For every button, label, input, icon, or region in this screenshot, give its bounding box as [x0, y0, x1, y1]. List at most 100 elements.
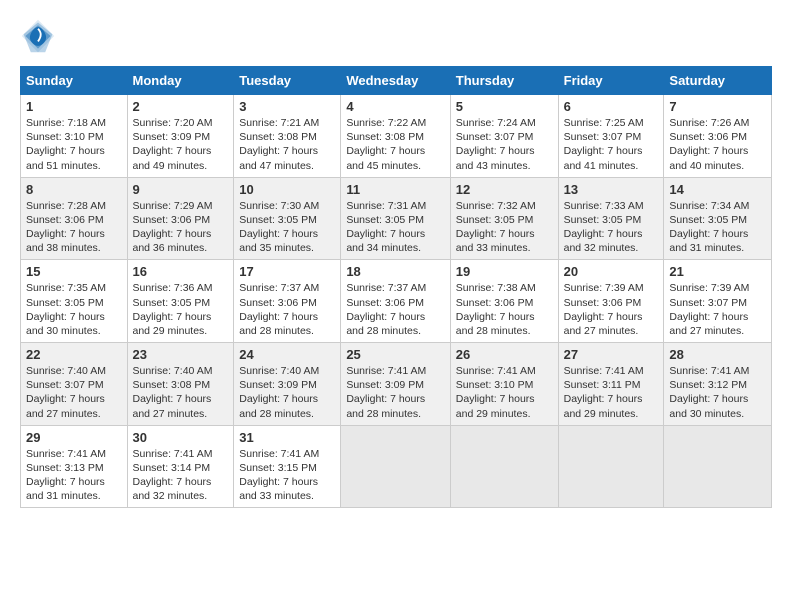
day-number: 23: [133, 347, 229, 362]
day-cell: [558, 425, 664, 508]
day-info: Sunrise: 7:39 AM Sunset: 3:06 PM Dayligh…: [564, 281, 659, 338]
day-number: 1: [26, 99, 122, 114]
week-row-2: 15Sunrise: 7:35 AM Sunset: 3:05 PM Dayli…: [21, 260, 772, 343]
day-number: 25: [346, 347, 444, 362]
header: [20, 18, 772, 54]
day-number: 24: [239, 347, 335, 362]
day-info: Sunrise: 7:41 AM Sunset: 3:12 PM Dayligh…: [669, 364, 766, 421]
calendar: SundayMondayTuesdayWednesdayThursdayFrid…: [20, 66, 772, 508]
day-cell: 10 Sunrise: 7:30 AM Sunset: 3:05 PM Dayli…: [234, 177, 341, 260]
day-info: Sunrise: 7:29 AM Sunset: 3:06 PM Dayligh…: [133, 199, 229, 256]
day-info: Sunrise: 7:37 AM Sunset: 3:06 PM Dayligh…: [239, 281, 335, 338]
day-cell: 22Sunrise: 7:40 AM Sunset: 3:07 PM Dayli…: [21, 343, 128, 426]
day-cell: 25 Sunrise: 7:41 AM Sunset: 3:09 PM Dayli…: [341, 343, 450, 426]
day-info: Sunrise: 7:28 AM Sunset: 3:06 PM Dayligh…: [26, 199, 122, 256]
day-number: 5: [456, 99, 553, 114]
logo-icon: [20, 18, 56, 54]
day-number: 8: [26, 182, 122, 197]
col-header-tuesday: Tuesday: [234, 67, 341, 95]
day-cell: 6Sunrise: 7:25 AM Sunset: 3:07 PM Daylig…: [558, 95, 664, 178]
day-cell: 7 Sunrise: 7:26 AM Sunset: 3:06 PM Daylig…: [664, 95, 772, 178]
day-info: Sunrise: 7:30 AM Sunset: 3:05 PM Dayligh…: [239, 199, 335, 256]
day-info: Sunrise: 7:38 AM Sunset: 3:06 PM Dayligh…: [456, 281, 553, 338]
col-header-thursday: Thursday: [450, 67, 558, 95]
day-cell: 26 Sunrise: 7:41 AM Sunset: 3:10 PM Dayli…: [450, 343, 558, 426]
day-info: Sunrise: 7:34 AM Sunset: 3:05 PM Dayligh…: [669, 199, 766, 256]
day-cell: [664, 425, 772, 508]
day-cell: 11Sunrise: 7:31 AM Sunset: 3:05 PM Dayli…: [341, 177, 450, 260]
day-cell: 19 Sunrise: 7:38 AM Sunset: 3:06 PM Dayli…: [450, 260, 558, 343]
day-number: 20: [564, 264, 659, 279]
day-cell: [450, 425, 558, 508]
day-cell: 12 Sunrise: 7:32 AM Sunset: 3:05 PM Dayli…: [450, 177, 558, 260]
day-cell: 14Sunrise: 7:34 AM Sunset: 3:05 PM Dayli…: [664, 177, 772, 260]
day-cell: 16 Sunrise: 7:36 AM Sunset: 3:05 PM Dayli…: [127, 260, 234, 343]
col-header-monday: Monday: [127, 67, 234, 95]
day-info: Sunrise: 7:37 AM Sunset: 3:06 PM Dayligh…: [346, 281, 444, 338]
day-cell: 18 Sunrise: 7:37 AM Sunset: 3:06 PM Dayli…: [341, 260, 450, 343]
day-cell: 30Sunrise: 7:41 AM Sunset: 3:14 PM Dayli…: [127, 425, 234, 508]
day-cell: 9 Sunrise: 7:29 AM Sunset: 3:06 PM Daylig…: [127, 177, 234, 260]
day-number: 30: [133, 430, 229, 445]
page: SundayMondayTuesdayWednesdayThursdayFrid…: [0, 0, 792, 518]
day-cell: 1 Sunrise: 7:18 AM Sunset: 3:10 PM Daylig…: [21, 95, 128, 178]
day-number: 11: [346, 182, 444, 197]
day-number: 16: [133, 264, 229, 279]
day-number: 31: [239, 430, 335, 445]
day-info: Sunrise: 7:40 AM Sunset: 3:09 PM Dayligh…: [239, 364, 335, 421]
day-number: 17: [239, 264, 335, 279]
day-number: 10: [239, 182, 335, 197]
day-info: Sunrise: 7:36 AM Sunset: 3:05 PM Dayligh…: [133, 281, 229, 338]
day-info: Sunrise: 7:41 AM Sunset: 3:09 PM Dayligh…: [346, 364, 444, 421]
day-number: 13: [564, 182, 659, 197]
day-cell: 15Sunrise: 7:35 AM Sunset: 3:05 PM Dayli…: [21, 260, 128, 343]
day-number: 2: [133, 99, 229, 114]
col-header-sunday: Sunday: [21, 67, 128, 95]
day-info: Sunrise: 7:39 AM Sunset: 3:07 PM Dayligh…: [669, 281, 766, 338]
day-info: Sunrise: 7:41 AM Sunset: 3:15 PM Dayligh…: [239, 447, 335, 504]
col-header-saturday: Saturday: [664, 67, 772, 95]
day-number: 22: [26, 347, 122, 362]
day-cell: 21 Sunrise: 7:39 AM Sunset: 3:07 PM Dayli…: [664, 260, 772, 343]
day-info: Sunrise: 7:32 AM Sunset: 3:05 PM Dayligh…: [456, 199, 553, 256]
day-cell: 28Sunrise: 7:41 AM Sunset: 3:12 PM Dayli…: [664, 343, 772, 426]
day-cell: 29 Sunrise: 7:41 AM Sunset: 3:13 PM Dayli…: [21, 425, 128, 508]
day-info: Sunrise: 7:24 AM Sunset: 3:07 PM Dayligh…: [456, 116, 553, 173]
day-number: 26: [456, 347, 553, 362]
day-info: Sunrise: 7:18 AM Sunset: 3:10 PM Dayligh…: [26, 116, 122, 173]
day-cell: 8 Sunrise: 7:28 AM Sunset: 3:06 PM Daylig…: [21, 177, 128, 260]
day-number: 29: [26, 430, 122, 445]
calendar-header-row: SundayMondayTuesdayWednesdayThursdayFrid…: [21, 67, 772, 95]
day-info: Sunrise: 7:35 AM Sunset: 3:05 PM Dayligh…: [26, 281, 122, 338]
day-info: Sunrise: 7:21 AM Sunset: 3:08 PM Dayligh…: [239, 116, 335, 173]
day-cell: 31 Sunrise: 7:41 AM Sunset: 3:15 PM Dayli…: [234, 425, 341, 508]
week-row-1: 8 Sunrise: 7:28 AM Sunset: 3:06 PM Daylig…: [21, 177, 772, 260]
day-info: Sunrise: 7:41 AM Sunset: 3:10 PM Dayligh…: [456, 364, 553, 421]
day-cell: 20 Sunrise: 7:39 AM Sunset: 3:06 PM Dayli…: [558, 260, 664, 343]
day-cell: 5 Sunrise: 7:24 AM Sunset: 3:07 PM Daylig…: [450, 95, 558, 178]
day-number: 7: [669, 99, 766, 114]
week-row-0: 1 Sunrise: 7:18 AM Sunset: 3:10 PM Daylig…: [21, 95, 772, 178]
day-info: Sunrise: 7:22 AM Sunset: 3:08 PM Dayligh…: [346, 116, 444, 173]
week-row-3: 22Sunrise: 7:40 AM Sunset: 3:07 PM Dayli…: [21, 343, 772, 426]
col-header-wednesday: Wednesday: [341, 67, 450, 95]
col-header-friday: Friday: [558, 67, 664, 95]
day-cell: 17 Sunrise: 7:37 AM Sunset: 3:06 PM Dayli…: [234, 260, 341, 343]
day-number: 19: [456, 264, 553, 279]
day-info: Sunrise: 7:40 AM Sunset: 3:08 PM Dayligh…: [133, 364, 229, 421]
day-info: Sunrise: 7:26 AM Sunset: 3:06 PM Dayligh…: [669, 116, 766, 173]
day-cell: 27Sunrise: 7:41 AM Sunset: 3:11 PM Dayli…: [558, 343, 664, 426]
day-number: 6: [564, 99, 659, 114]
day-cell: 24 Sunrise: 7:40 AM Sunset: 3:09 PM Dayli…: [234, 343, 341, 426]
day-number: 12: [456, 182, 553, 197]
day-number: 9: [133, 182, 229, 197]
day-info: Sunrise: 7:20 AM Sunset: 3:09 PM Dayligh…: [133, 116, 229, 173]
day-number: 21: [669, 264, 766, 279]
day-number: 18: [346, 264, 444, 279]
day-number: 3: [239, 99, 335, 114]
day-cell: 23 Sunrise: 7:40 AM Sunset: 3:08 PM Dayli…: [127, 343, 234, 426]
day-info: Sunrise: 7:41 AM Sunset: 3:11 PM Dayligh…: [564, 364, 659, 421]
day-info: Sunrise: 7:41 AM Sunset: 3:13 PM Dayligh…: [26, 447, 122, 504]
day-cell: [341, 425, 450, 508]
day-cell: 13Sunrise: 7:33 AM Sunset: 3:05 PM Dayli…: [558, 177, 664, 260]
